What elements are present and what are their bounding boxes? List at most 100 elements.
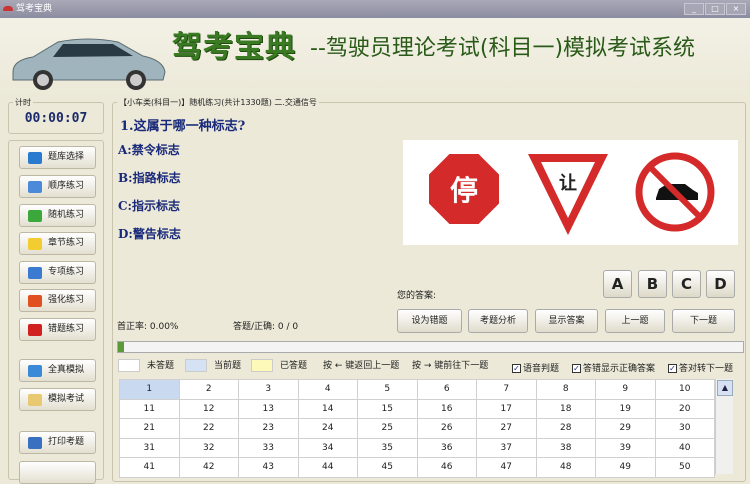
- question-cell[interactable]: 38: [535, 437, 596, 458]
- grid-row: 11 12 13 14 15 16 17 18 19 20: [119, 398, 715, 419]
- car-image: [12, 38, 166, 90]
- option-d[interactable]: D:警告标志: [118, 225, 181, 242]
- answer-b-button[interactable]: B: [638, 270, 667, 298]
- question-cell[interactable]: 37: [476, 437, 537, 458]
- answered-swatch: [251, 359, 273, 372]
- scroll-up-icon[interactable]: ▲: [717, 380, 733, 396]
- question-cell[interactable]: 18: [535, 398, 596, 419]
- title-bar: 驾考宝典 _ □ ×: [0, 0, 750, 18]
- question-cell[interactable]: 2: [178, 379, 239, 400]
- option-b[interactable]: B:指路标志: [118, 169, 181, 186]
- sidebar-item-intensive[interactable]: 强化练习: [19, 289, 96, 312]
- sidebar-item-mock-exam[interactable]: 模拟考试: [19, 388, 96, 411]
- question-cell[interactable]: 9: [595, 379, 656, 400]
- question-cell[interactable]: 14: [297, 398, 358, 419]
- answer-d-button[interactable]: D: [706, 270, 735, 298]
- question-cell[interactable]: 49: [595, 457, 656, 478]
- sidebar-item-label: 章节练习: [48, 238, 85, 248]
- auto-next-checkbox[interactable]: ✓ 答对转下一题: [668, 361, 733, 374]
- question-cell[interactable]: 12: [178, 398, 239, 419]
- voice-judge-checkbox[interactable]: ✓ 语音判题: [512, 361, 559, 374]
- grid-scrollbar[interactable]: ▲: [715, 379, 733, 474]
- answer-a-button[interactable]: A: [603, 270, 632, 298]
- question-cell[interactable]: 22: [178, 418, 239, 439]
- sidebar-item-chapter[interactable]: 章节练习: [19, 232, 96, 255]
- sidebar-item-more[interactable]: [19, 461, 96, 484]
- mark-wrong-button[interactable]: 设为错题: [397, 309, 462, 333]
- close-button[interactable]: ×: [726, 3, 746, 15]
- previous-button[interactable]: 上一题: [605, 309, 665, 333]
- refresh-icon: [28, 210, 42, 222]
- question-cell[interactable]: 6: [416, 379, 477, 400]
- sidebar-item-label: 顺序练习: [48, 181, 85, 191]
- question-cell[interactable]: 24: [297, 418, 358, 439]
- show-correct-checkbox[interactable]: ✓ 答错显示正确答案: [572, 361, 655, 374]
- sidebar: 题库选择 顺序练习 随机练习 章节练习 专项练习 强化练习 错题练习 全真模拟 …: [8, 140, 104, 484]
- question-cell[interactable]: 43: [238, 457, 299, 478]
- calendar-check-icon: [28, 267, 42, 279]
- question-cell[interactable]: 25: [357, 418, 418, 439]
- analysis-button[interactable]: 考题分析: [468, 309, 528, 333]
- question-cell[interactable]: 17: [476, 398, 537, 419]
- question-cell[interactable]: 42: [178, 457, 239, 478]
- question-cell[interactable]: 1: [119, 379, 180, 400]
- question-cell[interactable]: 35: [357, 437, 418, 458]
- question-cell[interactable]: 11: [119, 398, 180, 419]
- sidebar-item-wrong[interactable]: 错题练习: [19, 318, 96, 341]
- question-cell[interactable]: 40: [654, 437, 715, 458]
- question-cell[interactable]: 21: [119, 418, 180, 439]
- next-button[interactable]: 下一题: [672, 309, 735, 333]
- question-cell[interactable]: 8: [535, 379, 596, 400]
- maximize-button[interactable]: □: [705, 3, 725, 15]
- question-cell[interactable]: 46: [416, 457, 477, 478]
- question-cell[interactable]: 20: [654, 398, 715, 419]
- chart-icon: [28, 295, 42, 307]
- question-cell[interactable]: 50: [654, 457, 715, 478]
- sidebar-item-random[interactable]: 随机练习: [19, 204, 96, 227]
- question-cell[interactable]: 41: [119, 457, 180, 478]
- question-cell[interactable]: 23: [238, 418, 299, 439]
- question-cell[interactable]: 44: [297, 457, 358, 478]
- question-cell[interactable]: 33: [238, 437, 299, 458]
- question-cell[interactable]: 5: [357, 379, 418, 400]
- question-cell[interactable]: 36: [416, 437, 477, 458]
- sidebar-item-print[interactable]: 打印考题: [19, 431, 96, 454]
- timer-label: 计时: [13, 97, 33, 108]
- question-cell[interactable]: 34: [297, 437, 358, 458]
- minimize-button[interactable]: _: [684, 3, 704, 15]
- question-cell[interactable]: 19: [595, 398, 656, 419]
- question-image: 停 让: [403, 140, 738, 245]
- question-cell[interactable]: 4: [297, 379, 358, 400]
- app-subtitle: --驾驶员理论考试(科目一)模拟考试系统: [310, 36, 696, 61]
- edit-icon: [28, 181, 42, 193]
- sidebar-item-sequential[interactable]: 顺序练习: [19, 175, 96, 198]
- sidebar-item-bank-select[interactable]: 题库选择: [19, 146, 96, 169]
- flag-icon: [28, 324, 42, 336]
- question-cell[interactable]: 32: [178, 437, 239, 458]
- question-cell[interactable]: 15: [357, 398, 418, 419]
- question-cell[interactable]: 16: [416, 398, 477, 419]
- question-cell[interactable]: 48: [535, 457, 596, 478]
- question-cell[interactable]: 28: [535, 418, 596, 439]
- question-cell[interactable]: 3: [238, 379, 299, 400]
- sidebar-item-label: 错题练习: [48, 324, 85, 334]
- sidebar-item-topic[interactable]: 专项练习: [19, 261, 96, 284]
- question-cell[interactable]: 31: [119, 437, 180, 458]
- question-cell[interactable]: 39: [595, 437, 656, 458]
- question-cell[interactable]: 7: [476, 379, 537, 400]
- question-cell[interactable]: 47: [476, 457, 537, 478]
- question-cell[interactable]: 27: [476, 418, 537, 439]
- answer-c-button[interactable]: C: [672, 270, 701, 298]
- question-cell[interactable]: 10: [654, 379, 715, 400]
- question-cell[interactable]: 13: [238, 398, 299, 419]
- question-cell[interactable]: 45: [357, 457, 418, 478]
- question-cell[interactable]: 26: [416, 418, 477, 439]
- show-answer-button[interactable]: 显示答案: [535, 309, 598, 333]
- dashboard-icon: [28, 365, 42, 377]
- question-cell[interactable]: 29: [595, 418, 656, 439]
- sidebar-item-full-simulation[interactable]: 全真模拟: [19, 359, 96, 382]
- option-a[interactable]: A:禁令标志: [118, 141, 180, 158]
- question-cell[interactable]: 30: [654, 418, 715, 439]
- sidebar-item-label: 全真模拟: [48, 365, 85, 375]
- option-c[interactable]: C:指示标志: [118, 197, 180, 214]
